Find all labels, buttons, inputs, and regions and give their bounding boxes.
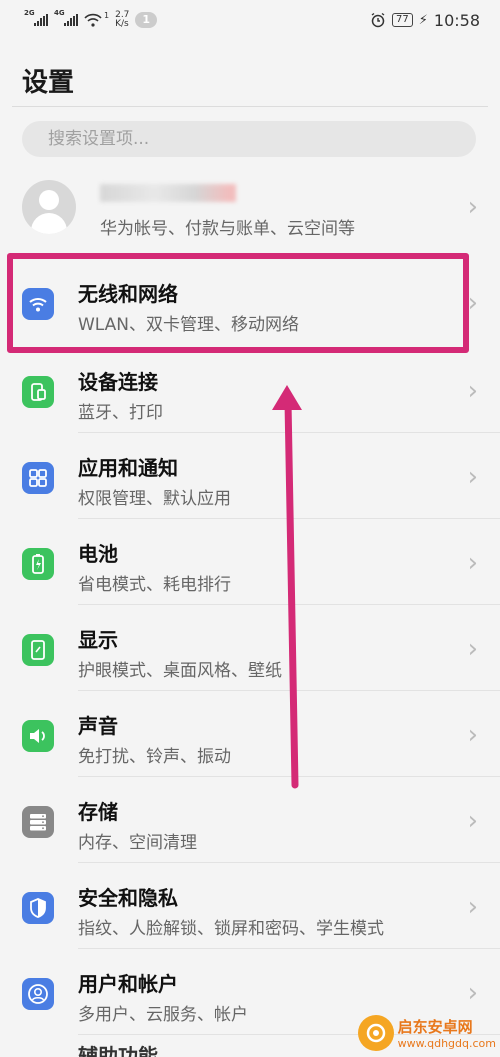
watermark-url: www.qdhgdq.com (397, 1037, 496, 1050)
watermark: 启东安卓网 www.qdhgdq.com (357, 1015, 496, 1051)
watermark-logo-icon (357, 1015, 394, 1051)
annotation-arrow (272, 385, 302, 789)
watermark-name: 启东安卓网 (397, 1018, 473, 1036)
